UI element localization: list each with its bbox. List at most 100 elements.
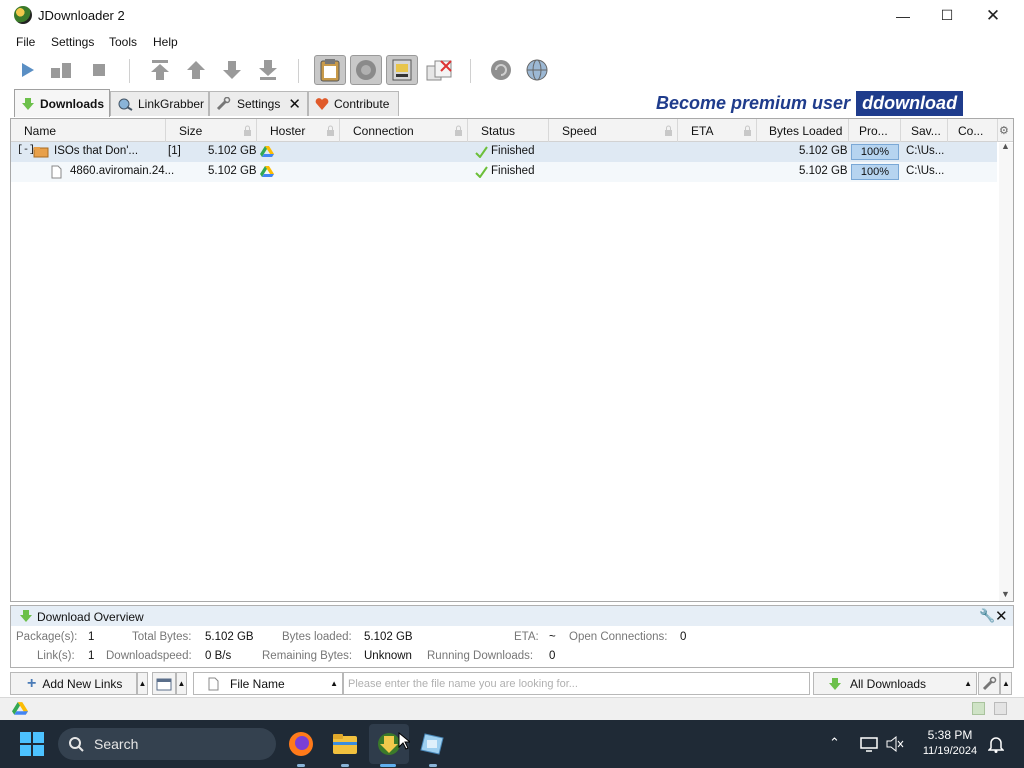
search-mode-label: File Name [230,676,285,691]
scroll-up-arrow-icon[interactable]: ▲ [1001,141,1010,151]
google-drive-icon [260,166,274,177]
tab-contribute[interactable]: Contribute [308,91,399,116]
move-down-icon[interactable] [219,57,245,83]
jdownloader-window: JDownloader 2 — ☐ ✕ File Settings Tools … [0,0,1024,768]
bytes-loaded-label: Bytes loaded: [282,631,352,643]
calendar-dropdown-icon[interactable]: ▲ [176,672,187,695]
update-check-icon[interactable] [524,57,550,83]
premium-toggle-icon[interactable] [386,55,418,85]
download-arrow-icon [20,610,32,622]
start-downloads-icon[interactable] [14,57,40,83]
notification-bell-icon[interactable] [988,735,1004,753]
download-overview-panel: Download Overview 🔧 ✕ Package(s): 1 Tota… [10,605,1014,668]
remaining-bytes-label: Remaining Bytes: [262,650,353,662]
column-progress[interactable]: Pro... [849,119,901,142]
package-size: 5.102 GB [208,145,257,157]
taskbar-time[interactable]: 5:38 PM [918,728,982,742]
open-connections-label: Open Connections: [569,631,668,643]
network-icon[interactable] [860,736,878,752]
pause-downloads-icon[interactable] [48,57,74,83]
taskbar-search-label: Search [94,736,139,752]
search-icon [69,737,84,752]
taskbar-search-box[interactable]: Search [58,728,276,760]
taskbar-date[interactable]: 11/19/2024 [914,745,986,757]
column-bytes-loaded[interactable]: Bytes Loaded [757,119,849,142]
auto-reconnect-icon[interactable] [350,55,382,85]
finished-check-icon [475,166,488,178]
scroll-down-arrow-icon[interactable]: ▼ [1001,589,1010,599]
volume-muted-icon[interactable] [886,736,904,752]
clipboard-monitor-icon[interactable] [314,55,346,85]
overview-close-icon[interactable]: ✕ [995,607,1008,625]
table-row[interactable]: 4860.aviromain.24... 5.102 GB Finished 5… [11,162,997,182]
tab-settings[interactable]: Settings ✕ [209,91,308,116]
move-to-top-icon[interactable] [147,57,173,83]
column-name[interactable]: Name [11,119,166,142]
column-connection[interactable]: Connection [340,119,468,142]
status-tray-icon[interactable] [972,702,985,715]
reconnect-icon[interactable] [488,57,514,83]
mouse-cursor-icon [398,732,410,750]
minimize-button[interactable]: — [880,0,926,31]
add-links-label: Add New Links [42,676,123,691]
menu-file[interactable]: File [16,35,35,49]
lock-icon [244,125,251,136]
show-hidden-icons-icon[interactable]: ⌃ [829,735,840,751]
add-new-links-button[interactable]: + Add New Links [10,672,137,695]
link-progress-bar: 100% [851,164,899,180]
windows-taskbar: Search ⌃ 5:38 PM 11/19/2024 [0,720,1024,768]
lock-icon [665,125,672,136]
search-input[interactable]: Please enter the file name you are looki… [343,672,810,695]
tab-label: Settings [237,97,281,111]
column-save-to[interactable]: Sav... [901,119,948,142]
menu-tools[interactable]: Tools [109,35,137,49]
file-explorer-icon[interactable] [331,730,359,758]
column-size[interactable]: Size [166,119,257,142]
add-links-dropdown-icon[interactable]: ▲ [137,672,148,695]
close-tab-icon[interactable]: ✕ [288,95,301,113]
menu-help[interactable]: Help [153,35,178,49]
tab-linkgrabber[interactable]: LinkGrabber [110,91,209,116]
bottom-settings-icon[interactable] [978,672,1000,695]
column-hoster[interactable]: Hoster [257,119,340,142]
move-to-bottom-icon[interactable] [255,57,281,83]
window-title: JDownloader 2 [38,8,125,23]
move-up-icon[interactable] [183,57,209,83]
column-settings-icon[interactable]: ⚙ [999,124,1009,137]
search-field-selector[interactable]: File Name ▲ [193,672,343,695]
status-tray-icon[interactable] [994,702,1007,715]
plus-icon: + [27,674,37,692]
table-row[interactable]: [-] ISOs that Don'... [1] 5.102 GB Finis… [11,142,997,162]
finished-check-icon [475,146,488,158]
firefox-icon[interactable] [287,730,315,758]
clear-downloads-icon[interactable] [424,57,456,83]
eta-value: ~ [549,631,556,643]
calendar-icon[interactable] [152,672,176,695]
settings-dropdown-icon[interactable]: ▲ [1000,672,1012,695]
menu-settings[interactable]: Settings [51,35,94,49]
status-bar [0,697,1024,720]
column-speed[interactable]: Speed [549,119,678,142]
close-button[interactable]: ✕ [970,0,1016,31]
package-name: ISOs that Don'... [54,145,139,157]
remaining-bytes-value: Unknown [364,650,412,662]
view-filter-select[interactable]: All Downloads ▲ [813,672,977,695]
vertical-scrollbar[interactable]: ▲ ▼ [999,141,1013,601]
link-save-to: C:\Us... [906,165,945,177]
stop-downloads-icon[interactable] [86,57,112,83]
app-taskbar-icon[interactable] [419,730,447,758]
overview-settings-icon[interactable]: 🔧 [979,608,995,624]
column-comment[interactable]: Co... [948,119,998,142]
file-icon [51,165,62,179]
link-status: Finished [491,165,535,177]
premium-banner[interactable]: Become premium user ddownload [650,90,964,116]
package-bytes-loaded: 5.102 GB [799,145,848,157]
column-status[interactable]: Status [468,119,549,142]
column-eta[interactable]: ETA [678,119,757,142]
downloads-table: Name Size Hoster Connection Status Speed… [10,118,1014,602]
windows-start-icon[interactable] [20,732,44,756]
package-folder-icon [33,147,49,158]
eta-label: ETA: [514,631,539,643]
tab-downloads[interactable]: Downloads [14,89,110,117]
maximize-button[interactable]: ☐ [924,0,970,31]
